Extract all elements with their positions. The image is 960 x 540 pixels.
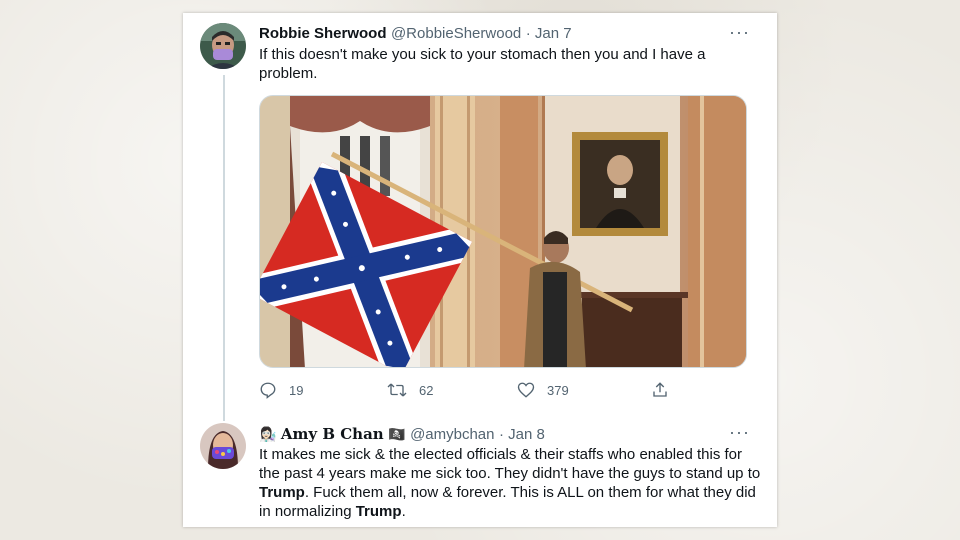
reply-icon	[260, 382, 276, 399]
tweet1-header: Robbie Sherwood @RobbieSherwood · Jan 7	[259, 25, 572, 43]
tweet1-text-line2: problem.	[259, 65, 318, 82]
tweet1-more-options-icon[interactable]: ···	[729, 22, 750, 43]
reply-button[interactable]: 19	[259, 381, 303, 399]
avatar-amy-b-chan[interactable]	[200, 423, 246, 469]
share-button[interactable]	[651, 381, 681, 399]
tweet1-text-line1: If this doesn't make you sick to your st…	[259, 46, 706, 63]
confederate-flag-photo-icon	[260, 96, 746, 367]
tweet1-text: If this doesn't make you sick to your st…	[259, 45, 759, 83]
tweet1-action-bar: 19 62 379	[259, 381, 747, 405]
retweet-icon	[387, 383, 407, 397]
tweet2-date[interactable]: · Jan 8	[499, 426, 545, 443]
thread-connector-line	[223, 75, 225, 421]
tweet2-author-name[interactable]: Amy B Chan	[281, 425, 384, 443]
heart-icon	[517, 382, 535, 398]
tweet2-text-line1: It makes me sick & the elected officials…	[259, 446, 743, 463]
scientist-emoji-icon: 👩🏻‍🔬	[259, 426, 277, 442]
share-icon	[653, 382, 667, 397]
tweet2-author-handle[interactable]: @amybchan	[410, 426, 494, 443]
retweet-button[interactable]: 62	[387, 381, 433, 399]
trump-bold-text: Trump	[259, 484, 305, 501]
tweet1-author-handle[interactable]: @RobbieSherwood	[391, 25, 521, 42]
tweet1-date[interactable]: · Jan 7	[526, 25, 572, 42]
tweet-thread-card: Robbie Sherwood @RobbieSherwood · Jan 7 …	[183, 13, 777, 527]
tweet1-media-image[interactable]	[259, 95, 747, 368]
tweet2-text-line4-pre: in normalizing	[259, 503, 356, 520]
pirate-flag-emoji-icon: 🏴‍☠️	[388, 426, 406, 442]
tweet2-text-line4: in normalizing Trump.	[259, 502, 769, 521]
tweet2-text-line2: the past 4 years make me sick too. They …	[259, 465, 761, 482]
like-count: 379	[547, 382, 569, 398]
reply-count: 19	[289, 382, 304, 398]
tweet2-more-options-icon[interactable]: ···	[729, 422, 750, 443]
like-button[interactable]: 379	[517, 381, 569, 399]
tweet2-text-line4-post: .	[401, 503, 406, 520]
tweet2-text-line3: Trump. Fuck them all, now & forever. Thi…	[259, 483, 769, 502]
tweet2-text: It makes me sick & the elected officials…	[259, 445, 769, 521]
tweet2-text-line3-rest: . Fuck them all, now & forever. This is …	[304, 484, 756, 501]
trump-bold-text: Trump	[355, 503, 402, 520]
avatar-robbie-sherwood[interactable]	[200, 23, 246, 69]
tweet1-author-name[interactable]: Robbie Sherwood	[259, 25, 387, 42]
retweet-count: 62	[419, 382, 434, 398]
tweet2-header: 👩🏻‍🔬 Amy B Chan 🏴‍☠️ @amybchan · Jan 8	[259, 425, 545, 444]
